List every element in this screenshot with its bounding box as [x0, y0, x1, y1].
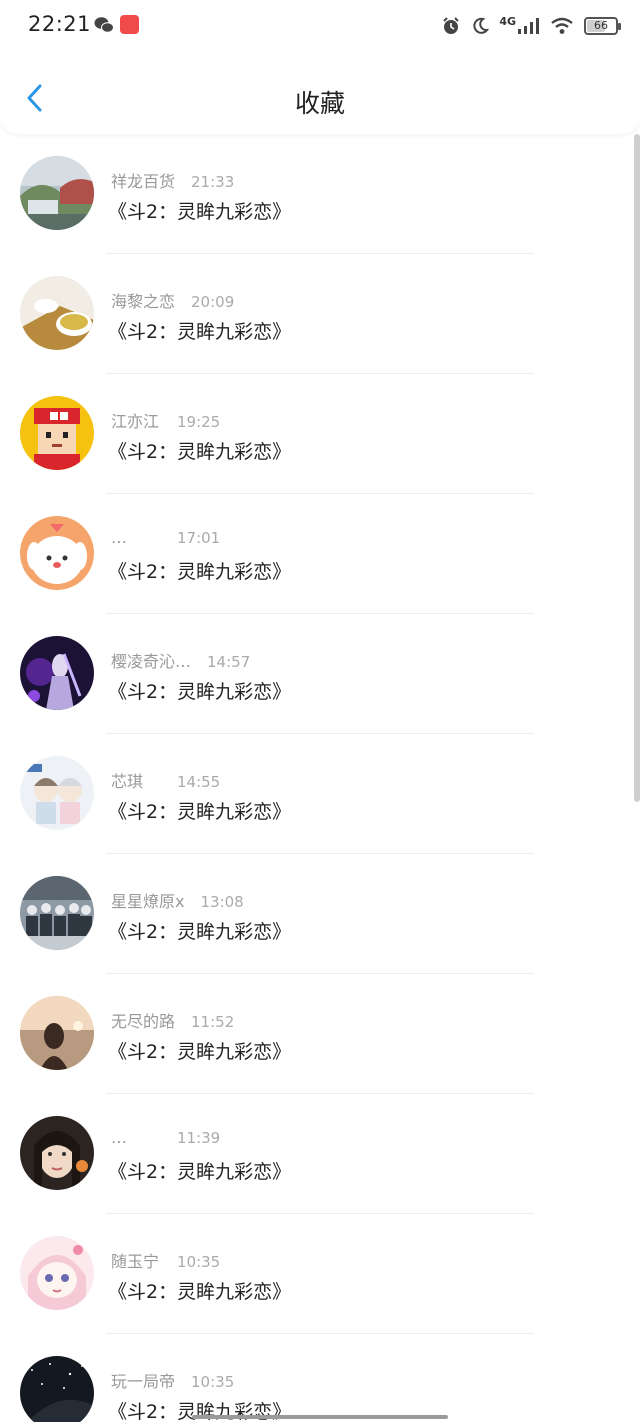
item-time: 10:35	[177, 1253, 221, 1271]
page-title: 收藏	[294, 89, 345, 118]
item-time: 11:52	[191, 1013, 235, 1031]
item-time: 14:55	[177, 773, 221, 791]
item-meta: 芯琪 14:55	[111, 768, 220, 792]
item-message: 《斗2：灵眸九彩恋》	[108, 441, 292, 463]
item-meta: 江亦江 19:25	[111, 408, 220, 432]
sender-name: 星星燎原x	[111, 892, 185, 911]
avatar-night-sky[interactable]	[20, 1356, 94, 1422]
status-bar: 22:21 4G 66	[0, 0, 640, 52]
home-indicator[interactable]	[192, 1415, 448, 1419]
battery-level: 66	[594, 19, 608, 32]
list-item[interactable]: 玩一局帝 10:35 《斗2：灵眸九彩恋》	[0, 1334, 640, 1422]
sender-name: 樱凌奇沁…	[111, 652, 192, 671]
list-item[interactable]: 樱凌奇沁… 14:57 《斗2：灵眸九彩恋》	[0, 614, 640, 734]
item-time: 20:09	[191, 293, 235, 311]
item-meta: … 17:01	[111, 528, 220, 547]
wechat-icon	[94, 17, 114, 33]
item-meta: 海黎之恋 20:09	[111, 288, 234, 312]
sender-name: …	[111, 1128, 127, 1147]
item-message: 《斗2：灵眸九彩恋》	[108, 561, 292, 583]
scrollbar[interactable]	[634, 134, 640, 802]
item-message: 《斗2：灵眸九彩恋》	[108, 1161, 292, 1183]
item-meta: … 11:39	[111, 1128, 220, 1147]
sender-name: …	[111, 528, 127, 547]
avatar-pink-anime[interactable]	[20, 1236, 94, 1310]
item-time: 10:35	[191, 1373, 235, 1391]
item-time: 21:33	[191, 173, 235, 191]
sender-name: 无尽的路	[111, 1012, 176, 1031]
avatar-tea-cup[interactable]	[20, 276, 94, 350]
item-message: 《斗2：灵眸九彩恋》	[108, 321, 292, 343]
list-item[interactable]: 江亦江 19:25 《斗2：灵眸九彩恋》	[0, 374, 640, 494]
avatar-cartoon-dog[interactable]	[20, 516, 94, 590]
status-time: 22:21	[28, 12, 92, 36]
signal-icon: 4G	[499, 15, 540, 34]
list-item[interactable]: 芯琪 14:55 《斗2：灵眸九彩恋》	[0, 734, 640, 854]
avatar-sunset-girl[interactable]	[20, 996, 94, 1070]
list-item[interactable]: 星星燎原x 13:08 《斗2：灵眸九彩恋》	[0, 854, 640, 974]
item-meta: 祥龙百货 21:33	[111, 168, 234, 192]
sender-name: 随玉宁	[111, 1252, 160, 1271]
status-icons: 4G 66	[441, 14, 621, 38]
item-time: 13:08	[200, 893, 244, 911]
item-message: 《斗2：灵眸九彩恋》	[108, 201, 292, 223]
battery-icon: 66	[584, 17, 621, 35]
wifi-icon	[551, 17, 573, 34]
item-message: 《斗2：灵眸九彩恋》	[108, 801, 292, 823]
item-time: 11:39	[177, 1129, 221, 1147]
item-meta: 星星燎原x 13:08	[111, 888, 244, 912]
item-meta: 无尽的路 11:52	[111, 1008, 234, 1032]
sender-name: 玩一局帝	[111, 1372, 176, 1391]
list-item[interactable]: 祥龙百货 21:33 《斗2：灵眸九彩恋》	[0, 134, 640, 254]
item-meta: 玩一局帝 10:35	[111, 1368, 234, 1392]
favorites-list: 祥龙百货 21:33 《斗2：灵眸九彩恋》 海黎之恋 20:09 《斗2：灵眸九彩恋…	[0, 134, 640, 1422]
sender-name: 江亦江	[111, 412, 160, 431]
item-meta: 樱凌奇沁… 14:57	[111, 648, 250, 672]
page-header: 收藏	[0, 52, 640, 134]
item-time: 17:01	[177, 529, 221, 547]
avatar-landscape[interactable]	[20, 156, 94, 230]
sender-name: 海黎之恋	[111, 292, 176, 311]
item-time: 19:25	[177, 413, 221, 431]
sender-name: 芯琪	[111, 772, 144, 791]
avatar-chibi-couple[interactable]	[20, 756, 94, 830]
moon-icon	[473, 17, 490, 34]
item-message: 《斗2：灵眸九彩恋》	[108, 681, 292, 703]
item-meta: 随玉宁 10:35	[111, 1248, 220, 1272]
sender-name: 祥龙百货	[111, 172, 176, 191]
list-item[interactable]: … 17:01 《斗2：灵眸九彩恋》	[0, 494, 640, 614]
red-app-icon	[120, 15, 139, 34]
avatar-group-photo[interactable]	[20, 876, 94, 950]
item-message: 《斗2：灵眸九彩恋》	[108, 921, 292, 943]
list-item[interactable]: 海黎之恋 20:09 《斗2：灵眸九彩恋》	[0, 254, 640, 374]
list-item[interactable]: … 11:39 《斗2：灵眸九彩恋》	[0, 1094, 640, 1214]
list-item[interactable]: 随玉宁 10:35 《斗2：灵眸九彩恋》	[0, 1214, 640, 1334]
item-message: 《斗2：灵眸九彩恋》	[108, 1041, 292, 1063]
avatar-selfie-girl[interactable]	[20, 1116, 94, 1190]
item-message: 《斗2：灵眸九彩恋》	[108, 1281, 292, 1303]
avatar-purple-figure[interactable]	[20, 636, 94, 710]
list-item[interactable]: 无尽的路 11:52 《斗2：灵眸九彩恋》	[0, 974, 640, 1094]
network-label: 4G	[499, 15, 516, 28]
item-time: 14:57	[207, 653, 251, 671]
avatar-pixel-boy[interactable]	[20, 396, 94, 470]
alarm-icon	[443, 17, 460, 34]
